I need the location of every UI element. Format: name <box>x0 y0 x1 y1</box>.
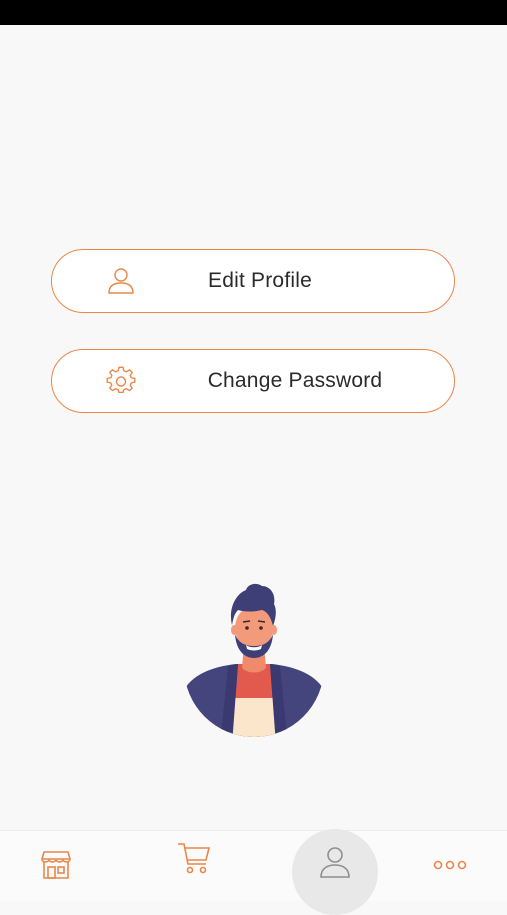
cart-icon <box>176 840 212 876</box>
change-password-label: Change Password <box>207 369 383 392</box>
edit-profile-button[interactable]: Edit Profile <box>51 249 455 313</box>
user-avatar-illustration <box>184 580 324 740</box>
more-icon <box>433 859 467 871</box>
edit-profile-label: Edit Profile <box>208 269 312 292</box>
store-icon <box>40 848 72 880</box>
change-password-button[interactable]: Change Password <box>51 349 455 413</box>
user-icon <box>318 829 352 879</box>
nav-store[interactable] <box>40 848 72 880</box>
nav-more[interactable] <box>433 859 467 871</box>
nav-profile[interactable] <box>292 829 378 915</box>
bottom-nav <box>0 829 507 915</box>
status-bar <box>0 0 507 25</box>
nav-cart[interactable] <box>176 840 212 876</box>
